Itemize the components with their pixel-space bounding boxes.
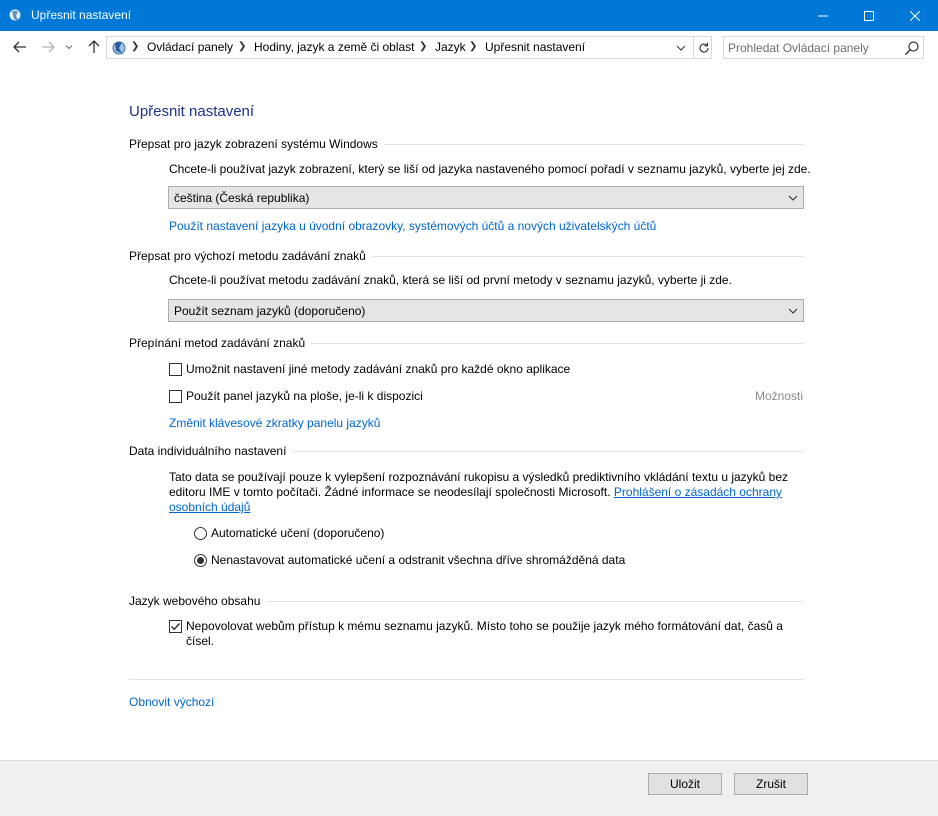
checkmark-icon (171, 623, 180, 631)
maximize-button[interactable] (846, 0, 892, 31)
breadcrumb-language[interactable]: Jazyk (435, 40, 466, 54)
title-bar: Upřesnit nastavení (0, 0, 938, 31)
personalization-description: Tato data se používají pouze k vylepšení… (169, 470, 799, 515)
close-icon (910, 10, 920, 21)
auto-learning-radio[interactable] (194, 527, 207, 540)
breadcrumb-advanced-settings[interactable]: Upřesnit nastavení (485, 40, 585, 54)
display-language-description: Chcete-li používat jazyk zobrazení, kter… (169, 162, 811, 176)
web-content-heading: Jazyk webového obsahu (129, 594, 267, 608)
no-auto-learning-label[interactable]: Nenastavovat automatické učení a odstran… (211, 553, 625, 567)
window-title: Upřesnit nastavení (31, 8, 132, 22)
input-method-select[interactable]: Použít seznam jazyků (doporučeno) (168, 299, 804, 322)
web-language-list-label[interactable]: Nepovolovat webům přístup k mému seznamu… (186, 619, 783, 649)
breadcrumb-separator-icon: ❯ (238, 41, 247, 52)
language-bar-label[interactable]: Použít panel jazyků na ploše, je-li k di… (186, 389, 423, 403)
address-dropdown-button[interactable] (671, 37, 691, 58)
breadcrumb-separator-icon: ❯ (131, 41, 140, 52)
save-button[interactable]: Uložit (648, 773, 722, 795)
minimize-button[interactable] (800, 0, 846, 31)
personalization-text-line2: editoru IME v tomto počítači. Žádné info… (169, 485, 611, 499)
display-language-value: čeština (Česká republika) (174, 191, 310, 205)
chevron-down-icon (676, 45, 686, 51)
per-app-input-label[interactable]: Umožnit nastavení jiné metody zadávání z… (186, 362, 570, 376)
auto-learning-label[interactable]: Automatické učení (doporučeno) (211, 526, 384, 540)
web-language-list-checkbox[interactable] (169, 620, 182, 633)
apply-language-settings-link[interactable]: Použít nastavení jazyka u úvodní obrazov… (169, 219, 656, 234)
privacy-statement-link[interactable]: Prohlášení o zásadách ochrany (614, 485, 782, 499)
search-box[interactable] (723, 36, 924, 59)
address-bar[interactable]: ❯ Ovládací panely ❯ Hodiny, jazyk a země… (106, 36, 712, 59)
chevron-down-icon (788, 195, 798, 201)
language-bar-checkbox[interactable] (169, 390, 182, 403)
recent-locations-button[interactable] (62, 37, 76, 57)
chevron-down-icon (65, 45, 73, 50)
per-app-input-checkbox[interactable] (169, 363, 182, 376)
breadcrumb-control-panel[interactable]: Ovládací panely (147, 40, 233, 54)
input-method-description: Chcete-li používat metodu zadávání znaků… (169, 273, 732, 287)
close-button[interactable] (892, 0, 938, 31)
search-input[interactable] (728, 39, 898, 56)
personalization-text-line1: Tato data se používají pouze k vylepšení… (169, 470, 789, 484)
refresh-icon (698, 42, 709, 53)
web-language-list-text-line1: Nepovolovat webům přístup k mému seznamu… (186, 619, 783, 633)
up-button[interactable] (84, 37, 104, 57)
page-title: Upřesnit nastavení (129, 103, 255, 120)
cancel-button[interactable]: Zrušit (734, 773, 808, 795)
control-panel-location-icon (112, 41, 126, 55)
breadcrumb-separator-icon: ❯ (469, 41, 478, 52)
up-arrow-icon (88, 40, 100, 53)
web-language-list-text-line2: čísel. (186, 634, 215, 648)
back-button[interactable] (10, 37, 30, 57)
input-method-value: Použít seznam jazyků (doporučeno) (174, 304, 366, 318)
back-arrow-icon (13, 41, 26, 53)
options-link[interactable]: Možnosti (755, 389, 803, 403)
input-method-heading: Přepsat pro výchozí metodu zadávání znak… (129, 249, 372, 263)
breadcrumb-clock-language-region[interactable]: Hodiny, jazyk a země či oblast (254, 40, 415, 54)
forward-arrow-icon (42, 41, 55, 53)
refresh-button[interactable] (693, 37, 713, 58)
change-hotkeys-link[interactable]: Změnit klávesové zkratky panelu jazyků (169, 416, 380, 431)
personalization-heading: Data individuálního nastavení (129, 444, 293, 458)
privacy-statement-link-continued[interactable]: osobních údajů (169, 500, 250, 514)
chevron-down-icon (788, 308, 798, 314)
section-divider (129, 679, 804, 680)
minimize-icon (818, 15, 828, 16)
control-panel-icon (9, 9, 21, 21)
switching-heading: Přepínání metod zadávání znaků (129, 336, 312, 350)
no-auto-learning-radio[interactable] (194, 554, 207, 567)
display-language-select[interactable]: čeština (Česká republika) (168, 186, 804, 209)
forward-button[interactable] (38, 37, 58, 57)
display-language-heading: Přepsat pro jazyk zobrazení systému Wind… (129, 137, 384, 151)
restore-defaults-link[interactable]: Obnovit výchozí (129, 695, 214, 709)
search-icon[interactable] (904, 40, 920, 56)
maximize-icon (864, 10, 874, 21)
breadcrumb-separator-icon: ❯ (419, 41, 428, 52)
